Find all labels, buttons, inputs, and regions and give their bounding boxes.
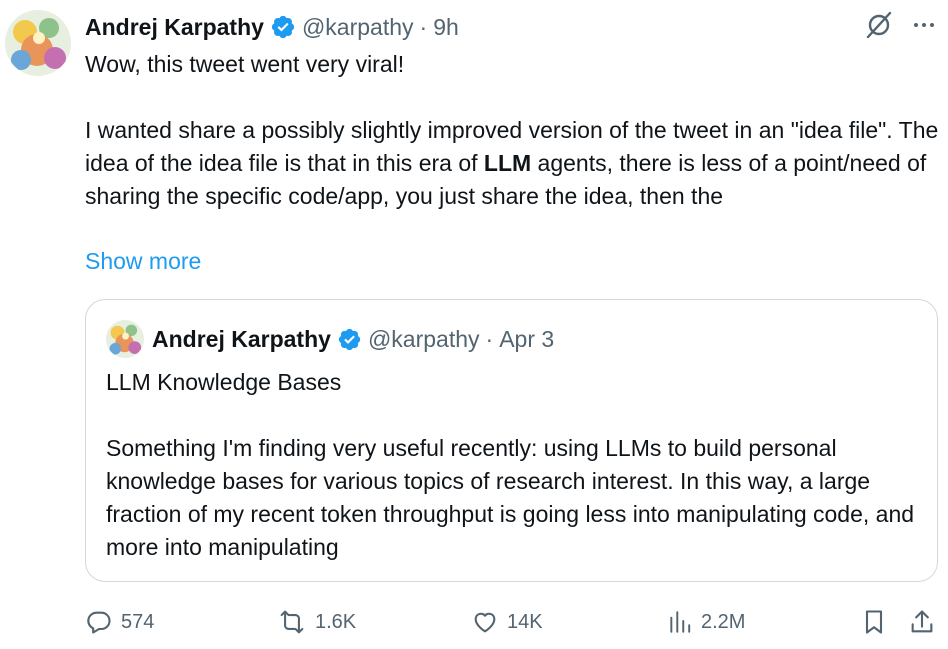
- tweet-text-line1: Wow, this tweet went very viral!: [85, 51, 405, 77]
- repost-count: 1.6K: [315, 610, 357, 633]
- repost-icon: [277, 608, 315, 636]
- like-count: 14K: [507, 610, 543, 633]
- like-button[interactable]: 14K: [471, 602, 543, 642]
- grok-icon[interactable]: [864, 10, 894, 40]
- quote-header: Andrej Karpathy @karpathy · Apr 3: [152, 322, 554, 356]
- share-icon: [908, 608, 944, 636]
- tweet-time[interactable]: 9h: [433, 14, 459, 41]
- action-bar: 574 1.6K 14K 2.2M: [85, 602, 940, 642]
- quote-author-handle: @karpathy: [367, 325, 480, 352]
- reply-count: 574: [121, 610, 155, 633]
- author-name[interactable]: Andrej Karpathy: [85, 14, 264, 41]
- separator: ·: [419, 13, 428, 40]
- reply-button[interactable]: 574: [85, 602, 154, 642]
- bookmark-icon: [860, 608, 896, 636]
- quote-title: LLM Knowledge Bases: [106, 369, 342, 395]
- tweet-text: Wow, this tweet went very viral! I wante…: [85, 48, 940, 213]
- share-button[interactable]: [908, 602, 944, 642]
- quote-time: Apr 3: [499, 325, 555, 352]
- verified-icon: [270, 14, 296, 40]
- views-icon: [667, 608, 701, 636]
- avatar[interactable]: [5, 10, 71, 76]
- quote-avatar: [106, 320, 144, 358]
- reply-icon: [85, 608, 121, 636]
- more-icon[interactable]: [912, 13, 936, 37]
- views-count: 2.2M: [701, 610, 746, 633]
- views-button[interactable]: 2.2M: [667, 602, 745, 642]
- tweet-top-actions: [864, 10, 936, 40]
- verified-icon: [337, 327, 362, 352]
- show-more-link[interactable]: Show more: [85, 245, 201, 278]
- repost-button[interactable]: 1.6K: [277, 602, 356, 642]
- quote-author-name: Andrej Karpathy: [152, 325, 331, 352]
- quote-text: LLM Knowledge Bases Something I'm findin…: [106, 366, 921, 564]
- author-handle[interactable]: @karpathy: [302, 14, 414, 41]
- separator: ·: [485, 325, 494, 352]
- bookmark-button[interactable]: [860, 602, 896, 642]
- quoted-tweet[interactable]: Andrej Karpathy @karpathy · Apr 3 LLM Kn…: [85, 299, 938, 582]
- tweet-text-bold: LLM: [483, 150, 532, 176]
- tweet-header: Andrej Karpathy @karpathy · 9h: [85, 10, 459, 44]
- quote-body: Something I'm finding very useful recent…: [106, 435, 921, 560]
- like-icon: [471, 608, 507, 636]
